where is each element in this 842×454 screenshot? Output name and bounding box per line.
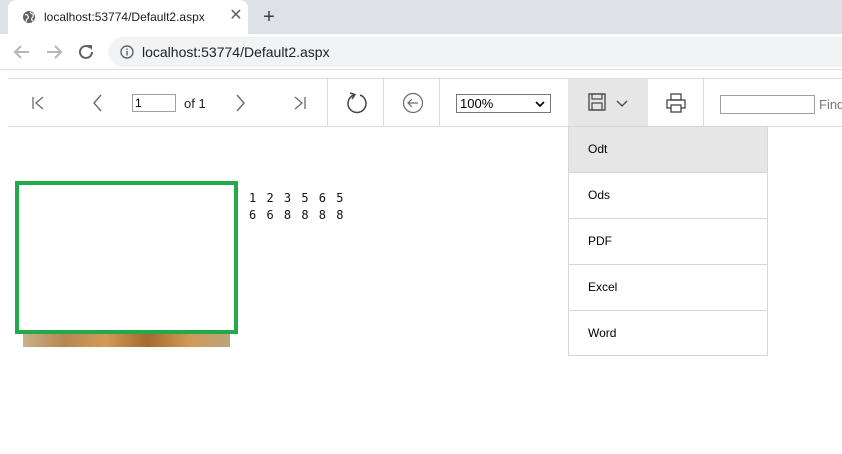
- browser-tab-strip: localhost:53774/Default2.aspx ✕ +: [0, 0, 842, 34]
- back-to-parent-button[interactable]: [398, 79, 428, 126]
- export-option-odt[interactable]: Odt: [569, 127, 767, 173]
- export-button[interactable]: [568, 79, 648, 126]
- first-page-icon: [32, 96, 44, 109]
- browser-toolbar: localhost:53774/Default2.aspx: [0, 34, 842, 70]
- chevron-down-icon: [616, 100, 628, 107]
- reload-icon[interactable]: [74, 40, 98, 64]
- previous-page-button[interactable]: [86, 79, 110, 126]
- first-page-button[interactable]: [26, 79, 50, 126]
- last-page-icon: [294, 96, 306, 109]
- globe-icon: [23, 11, 35, 23]
- find-label[interactable]: Find: [819, 97, 842, 112]
- printer-icon: [666, 92, 686, 113]
- report-text-line-1: 1 2 3 5 6 5: [249, 191, 345, 205]
- toolbar-divider: [439, 79, 440, 126]
- export-option-excel[interactable]: Excel: [569, 265, 767, 311]
- export-option-pdf[interactable]: PDF: [569, 219, 767, 265]
- toolbar-divider: [327, 79, 328, 126]
- find-input[interactable]: [720, 95, 815, 114]
- chevron-left-icon: [93, 94, 102, 111]
- page-count-label: of 1: [184, 96, 206, 111]
- back-circle-icon: [402, 92, 424, 113]
- tab-title: localhost:53774/Default2.aspx: [44, 10, 205, 24]
- report-text-line-2: 6 6 8 8 8 8: [249, 208, 345, 222]
- zoom-value: 100%: [460, 96, 494, 111]
- print-button[interactable]: [662, 79, 690, 126]
- refresh-button[interactable]: [342, 79, 372, 126]
- chevron-down-icon: [535, 101, 545, 108]
- info-icon[interactable]: [120, 45, 134, 59]
- export-option-ods[interactable]: Ods: [569, 173, 767, 219]
- new-tab-button[interactable]: +: [258, 6, 280, 28]
- browser-tab[interactable]: localhost:53774/Default2.aspx ✕: [8, 0, 248, 34]
- url-text: localhost:53774/Default2.aspx: [142, 44, 330, 60]
- export-option-word[interactable]: Word: [569, 311, 767, 357]
- next-page-button[interactable]: [228, 79, 252, 126]
- address-bar[interactable]: localhost:53774/Default2.aspx: [108, 37, 842, 67]
- export-dropdown-menu: Odt Ods PDF Excel Word: [568, 126, 768, 356]
- chevron-right-icon: [236, 94, 245, 111]
- close-icon[interactable]: ✕: [228, 8, 244, 24]
- refresh-icon: [347, 91, 367, 113]
- back-arrow-icon[interactable]: [10, 40, 34, 64]
- forward-arrow-icon[interactable]: [42, 40, 66, 64]
- report-viewer-toolbar: of 1 100%: [8, 78, 842, 127]
- report-image: [23, 333, 230, 347]
- save-icon: [588, 93, 606, 111]
- toolbar-divider: [383, 79, 384, 126]
- last-page-button[interactable]: [288, 79, 312, 126]
- zoom-select[interactable]: 100%: [456, 94, 551, 113]
- highlight-box: [15, 181, 238, 334]
- toolbar-divider: [703, 79, 704, 126]
- page-number-input[interactable]: [132, 94, 176, 112]
